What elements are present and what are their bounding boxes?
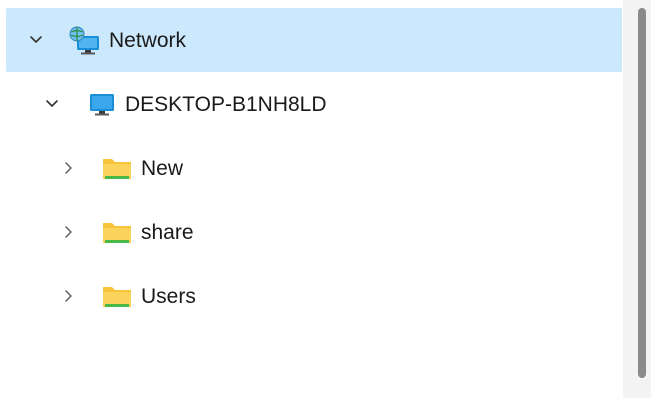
chevron-right-icon[interactable] bbox=[60, 288, 76, 304]
chevron-down-icon[interactable] bbox=[28, 32, 44, 48]
chevron-down-icon[interactable] bbox=[44, 96, 60, 112]
folder-icon bbox=[100, 282, 134, 312]
tree-item-network[interactable]: Network bbox=[6, 8, 622, 72]
tree-item-label: New bbox=[141, 156, 184, 180]
tree-item-share[interactable]: share bbox=[6, 200, 622, 264]
tree-item-users[interactable]: Users bbox=[6, 264, 622, 328]
tree-item-label: Network bbox=[109, 28, 187, 52]
tree-item-desktop[interactable]: DESKTOP-B1NH8LD bbox=[6, 72, 622, 136]
vertical-scrollbar[interactable] bbox=[623, 0, 651, 398]
nav-tree: Network DESKTOP-B1NH8LD New share Users bbox=[6, 8, 622, 328]
chevron-right-icon[interactable] bbox=[60, 160, 76, 176]
scrollbar-thumb[interactable] bbox=[638, 8, 646, 378]
chevron-right-icon[interactable] bbox=[60, 224, 76, 240]
tree-item-label: Users bbox=[141, 284, 196, 308]
tree-item-label: DESKTOP-B1NH8LD bbox=[125, 92, 327, 116]
folder-icon bbox=[100, 154, 134, 184]
computer-icon bbox=[85, 90, 119, 120]
network-icon bbox=[68, 26, 102, 56]
tree-item-new[interactable]: New bbox=[6, 136, 622, 200]
folder-icon bbox=[100, 218, 134, 248]
tree-item-label: share bbox=[141, 220, 194, 244]
navigation-pane: Network DESKTOP-B1NH8LD New share Users bbox=[0, 0, 651, 398]
